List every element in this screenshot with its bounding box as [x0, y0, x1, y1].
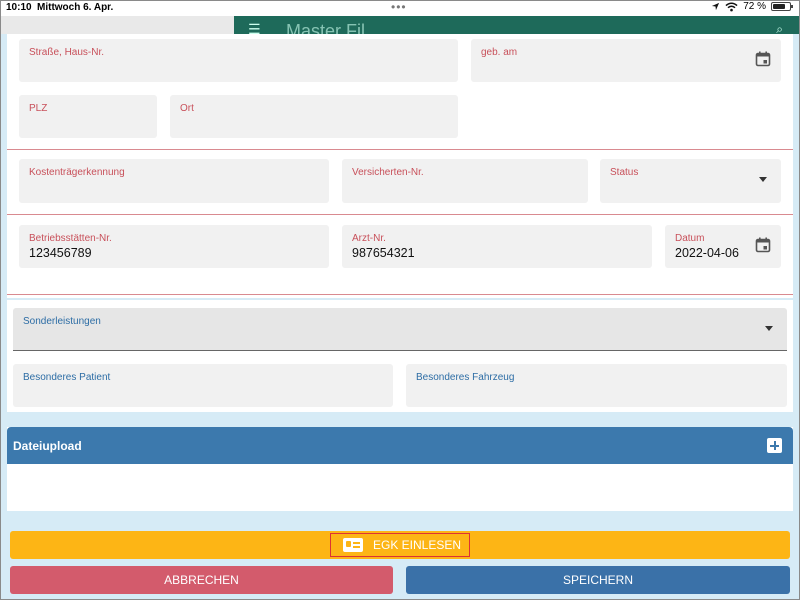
special-vehicle-field[interactable]: Besonderes Fahrzeug	[406, 364, 787, 407]
section-divider	[7, 214, 793, 215]
special-patient-field[interactable]: Besonderes Patient	[13, 364, 393, 407]
date-field[interactable]: Datum 2022-04-06	[665, 225, 781, 268]
doctor-number-value: 987654321	[352, 246, 415, 260]
background-app-bar: ☰ Master Fil... ⌕	[234, 16, 799, 34]
date-label: Datum	[675, 233, 705, 244]
background-sidebar	[1, 16, 234, 34]
cancel-label: ABBRECHEN	[164, 573, 239, 587]
zip-field[interactable]: PLZ	[19, 95, 157, 138]
street-label: Straße, Haus-Nr.	[29, 47, 105, 58]
special-services-select[interactable]: Sonderleistungen	[13, 308, 787, 351]
file-upload-header: Dateiupload	[7, 427, 793, 464]
wifi-icon	[725, 2, 738, 11]
cancel-button[interactable]: ABBRECHEN	[10, 566, 393, 594]
background-app-title: Master Fil...	[286, 21, 381, 34]
site-number-label: Betriebsstätten-Nr.	[29, 233, 112, 244]
battery-icon	[771, 2, 793, 11]
status-indicators: 72 %	[711, 1, 793, 12]
city-field[interactable]: Ort	[170, 95, 458, 138]
special-vehicle-label: Besonderes Fahrzeug	[416, 372, 515, 383]
street-field[interactable]: Straße, Haus-Nr.	[19, 39, 458, 82]
location-icon	[712, 2, 720, 11]
date-value: 2022-04-06	[675, 246, 739, 260]
status-date: Mittwoch 6. Apr.	[37, 2, 114, 13]
calendar-icon[interactable]	[755, 51, 771, 67]
patient-form-card: Straße, Haus-Nr. geb. am PLZ Ort Kostent…	[7, 34, 793, 298]
special-services-card: Sonderleistungen Besonderes Patient Beso…	[7, 300, 793, 412]
cost-carrier-label: Kostenträgerkennung	[29, 167, 125, 178]
insured-number-field[interactable]: Versicherten-Nr.	[342, 159, 588, 203]
status-time: 10:10	[6, 2, 32, 13]
cost-carrier-field[interactable]: Kostenträgerkennung	[19, 159, 329, 203]
read-egk-button-content: EGK EINLESEN	[329, 533, 471, 557]
save-button[interactable]: SPEICHERN	[406, 566, 790, 594]
status-select[interactable]: Status	[600, 159, 781, 203]
save-label: SPEICHERN	[562, 573, 633, 587]
site-number-field[interactable]: Betriebsstätten-Nr. 123456789	[19, 225, 329, 268]
battery-percent: 72 %	[743, 1, 766, 12]
city-label: Ort	[180, 103, 194, 114]
birthdate-field[interactable]: geb. am	[471, 39, 781, 82]
read-egk-button[interactable]: EGK EINLESEN	[10, 531, 790, 559]
search-icon: ⌕	[776, 22, 783, 34]
file-upload-card: Dateiupload	[7, 427, 793, 511]
add-file-icon[interactable]	[767, 438, 782, 453]
chevron-down-icon	[759, 177, 767, 182]
chevron-down-icon	[765, 326, 773, 331]
insured-number-label: Versicherten-Nr.	[352, 167, 424, 178]
menu-icon: ☰	[248, 21, 261, 34]
special-patient-label: Besonderes Patient	[23, 372, 111, 383]
doctor-number-field[interactable]: Arzt-Nr. 987654321	[342, 225, 652, 268]
zip-label: PLZ	[29, 103, 48, 114]
site-number-value: 123456789	[29, 246, 92, 260]
read-egk-label: EGK EINLESEN	[372, 538, 462, 552]
doctor-number-label: Arzt-Nr.	[352, 233, 386, 244]
section-divider	[7, 294, 793, 295]
status-bar: 10:10 Mittwoch 6. Apr. ••• 72 %	[1, 0, 799, 16]
id-card-icon	[342, 538, 363, 552]
calendar-icon[interactable]	[755, 237, 771, 253]
file-upload-title: Dateiupload	[13, 439, 82, 453]
status-label: Status	[610, 167, 639, 178]
special-services-label: Sonderleistungen	[23, 316, 101, 327]
birthdate-label: geb. am	[481, 47, 518, 58]
multitasking-dots[interactable]: •••	[391, 0, 407, 14]
section-divider	[7, 149, 793, 150]
